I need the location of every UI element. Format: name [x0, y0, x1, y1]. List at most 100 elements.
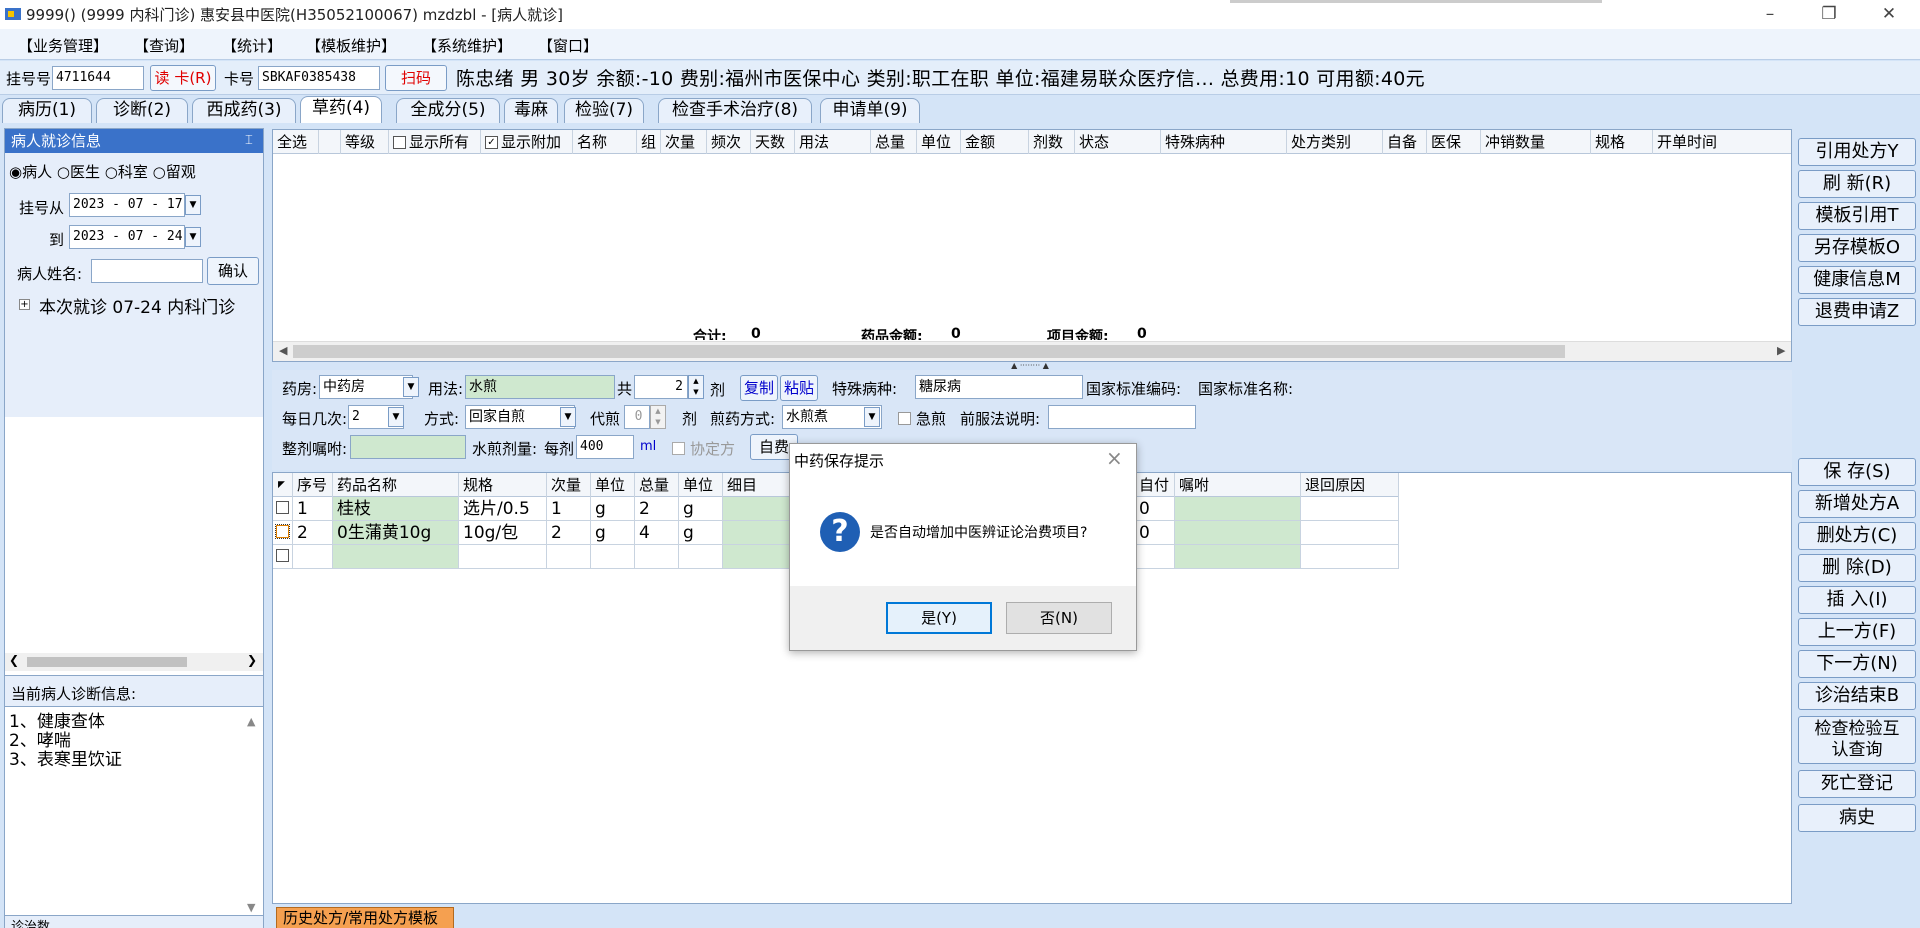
reg-number-input[interactable]: 4711644: [52, 66, 144, 90]
delete-prescription-button[interactable]: 删处方(C): [1798, 522, 1916, 550]
tab-full-ingredient[interactable]: 全成分(5): [396, 98, 500, 123]
yes-button[interactable]: 是(Y): [886, 602, 992, 634]
row-drug-name[interactable]: 0生蒲黄10g: [333, 521, 459, 545]
prev-prescription-button[interactable]: 上一方(F): [1798, 618, 1916, 646]
splitter-handle[interactable]: ▲ ········ ▲: [990, 362, 1070, 370]
grid-scroll-left-icon[interactable]: ◀: [279, 344, 287, 357]
read-card-button[interactable]: 读 卡(R): [150, 65, 216, 91]
row-instruction[interactable]: [1175, 521, 1301, 545]
date-to-input[interactable]: 2023 - 07 - 24: [69, 225, 185, 249]
new-prescription-button[interactable]: 新增处方A: [1798, 490, 1916, 518]
row-return-reason[interactable]: [1301, 521, 1399, 545]
menu-system[interactable]: 【系统维护】: [422, 35, 512, 56]
radio-doctor[interactable]: ○: [57, 163, 70, 181]
tab-diagnosis[interactable]: 诊断(2): [96, 98, 188, 123]
health-info-button[interactable]: 健康信息M: [1798, 266, 1916, 294]
agreement-checkbox[interactable]: [672, 442, 685, 455]
tab-medical-record[interactable]: 病历(1): [2, 98, 92, 123]
date-to-dropdown-icon[interactable]: ▼: [185, 227, 201, 247]
next-prescription-button[interactable]: 下一方(N): [1798, 650, 1916, 678]
decoct-dropdown-icon[interactable]: ▼: [864, 407, 880, 427]
left-hscrollbar[interactable]: ❮ ❯: [5, 653, 263, 671]
pin-icon[interactable]: ⌶: [245, 133, 253, 148]
tab-exam-surgery[interactable]: 检查手术治疗(8): [658, 98, 812, 123]
scroll-right-icon[interactable]: ❯: [247, 653, 257, 667]
method-dropdown-icon[interactable]: ▼: [560, 407, 576, 427]
per-dose-input[interactable]: 400: [576, 435, 634, 459]
tab-narcotic[interactable]: 毒麻: [504, 98, 558, 123]
paste-button[interactable]: 粘贴: [780, 375, 818, 401]
row-return-reason[interactable]: [1301, 497, 1399, 521]
whole-instruction-input[interactable]: [350, 435, 466, 459]
row-checkbox[interactable]: [273, 497, 293, 521]
date-from-dropdown-icon[interactable]: ▼: [185, 195, 201, 215]
tab-western-drugs[interactable]: 西成药(3): [192, 98, 296, 123]
finish-visit-button[interactable]: 诊治结束B: [1798, 682, 1916, 710]
dialog-close-icon[interactable]: ×: [1106, 446, 1123, 470]
col-show-all[interactable]: 显示所有: [389, 130, 481, 154]
tab-lab[interactable]: 检验(7): [564, 98, 644, 123]
row-dose[interactable]: [547, 545, 591, 569]
restore-icon[interactable]: ❐: [1804, 0, 1854, 29]
close-icon[interactable]: ✕: [1864, 0, 1914, 29]
usage-input[interactable]: 水煎: [465, 375, 615, 399]
row-checkbox[interactable]: [273, 521, 293, 545]
row-instruction[interactable]: [1175, 497, 1301, 521]
daily-dropdown-icon[interactable]: ▼: [388, 407, 404, 427]
visit-tree-item[interactable]: 本次就诊 07-24 内科门诊: [39, 293, 235, 318]
menu-business[interactable]: 【业务管理】: [18, 35, 108, 56]
grid-hscrollbar[interactable]: ◀ ▶: [273, 341, 1791, 361]
scroll-left-icon[interactable]: ❮: [9, 653, 19, 667]
medical-history-button[interactable]: 病史: [1798, 804, 1916, 832]
menu-template[interactable]: 【模板维护】: [306, 35, 396, 56]
save-button[interactable]: 保 存(S): [1798, 458, 1916, 486]
row-drug-name[interactable]: 桂枝: [333, 497, 459, 521]
row-drug-name[interactable]: [333, 545, 459, 569]
radio-dept[interactable]: ○: [105, 163, 118, 181]
grid-scroll-thumb[interactable]: [293, 345, 1565, 358]
refund-request-button[interactable]: 退费申请Z: [1798, 298, 1916, 326]
tab-herbal[interactable]: 草药(4): [300, 96, 382, 123]
delete-button[interactable]: 删 除(D): [1798, 554, 1916, 582]
template-quote-button[interactable]: 模板引用T: [1798, 202, 1916, 230]
pharmacy-dropdown-icon[interactable]: ▼: [403, 377, 419, 397]
special-disease-input[interactable]: 糖尿病: [915, 375, 1083, 399]
left-scroll-thumb[interactable]: [27, 657, 187, 667]
col-show-extra[interactable]: ✓ 显示附加: [481, 130, 573, 154]
tab-history-template[interactable]: 历史处方/常用处方模板: [276, 907, 454, 928]
grid-scroll-right-icon[interactable]: ▶: [1777, 344, 1785, 357]
refresh-button[interactable]: 刷 新(R): [1798, 170, 1916, 198]
row-instruction[interactable]: [1175, 545, 1301, 569]
diag-scroll-down-icon[interactable]: ▼: [247, 901, 255, 914]
pharmacy-select[interactable]: 中药房: [319, 375, 413, 399]
show-all-checkbox[interactable]: [393, 136, 406, 149]
row-checkbox[interactable]: [273, 545, 293, 569]
quote-prescription-button[interactable]: 引用处方Y: [1798, 138, 1916, 166]
confirm-button[interactable]: 确认: [207, 257, 259, 285]
death-registration-button[interactable]: 死亡登记: [1798, 770, 1916, 798]
copy-button[interactable]: 复制: [740, 375, 778, 401]
diag-scroll-up-icon[interactable]: ▲: [247, 715, 255, 728]
doses-input[interactable]: 2: [634, 375, 688, 399]
menu-stats[interactable]: 【统计】: [222, 35, 282, 56]
show-extra-checkbox[interactable]: ✓: [485, 136, 498, 149]
menu-window[interactable]: 【窗口】: [538, 35, 598, 56]
date-from-input[interactable]: 2023 - 07 - 17: [69, 193, 185, 217]
urgent-checkbox[interactable]: [898, 412, 911, 425]
no-button[interactable]: 否(N): [1006, 602, 1112, 634]
mutual-recognition-button[interactable]: 检查检验互认查询: [1798, 716, 1916, 764]
scan-button[interactable]: 扫码: [385, 65, 447, 91]
proxy-spinner-icon[interactable]: ▲ ▼: [650, 405, 666, 429]
save-as-template-button[interactable]: 另存模板O: [1798, 234, 1916, 262]
pre-instruction-input[interactable]: [1048, 405, 1196, 429]
col-select-all[interactable]: 全选: [273, 130, 319, 154]
radio-patient[interactable]: ◉: [9, 163, 22, 181]
row-dose[interactable]: 2: [547, 521, 591, 545]
insert-button[interactable]: 插 入(I): [1798, 586, 1916, 614]
radio-observe[interactable]: ○: [153, 163, 166, 181]
menu-query[interactable]: 【查询】: [134, 35, 194, 56]
proxy-input[interactable]: 0: [624, 405, 650, 429]
row-dose[interactable]: 1: [547, 497, 591, 521]
minimize-icon[interactable]: –: [1745, 0, 1795, 29]
patient-name-input[interactable]: [91, 259, 203, 283]
